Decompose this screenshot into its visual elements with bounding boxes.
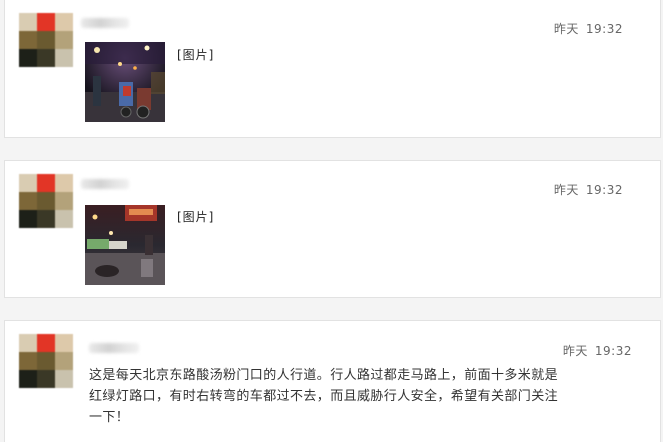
image-label[interactable]: [图片] [177,208,214,225]
avatar-cell [19,192,37,210]
avatar-cell [19,334,37,352]
post-time-day: 昨天 [553,183,579,197]
avatar-cell [55,334,73,352]
avatar-cell [55,13,73,31]
post-time: 昨天 19:32 [554,20,623,37]
avatar-cell [19,210,37,228]
post-time: 昨天 19:32 [554,181,623,198]
avatar-cell [37,49,55,67]
street-night-photo [85,205,165,285]
avatar-cell [55,192,73,210]
image-label[interactable]: [图片] [177,46,214,63]
avatar-cell [55,174,73,192]
comment-card: 昨天 19:32 [图片] [4,0,661,138]
post-time-clock: 19:32 [585,183,623,197]
avatar-cell [55,352,73,370]
avatar-cell [55,49,73,67]
comment-text: 这是每天北京东路酸汤粉门口的人行道。行人路过都走马路上，前面十多米就是红绿灯路口… [89,368,559,425]
avatar-cell [55,370,73,388]
avatar-cell [19,13,37,31]
username-blurred[interactable] [81,18,129,28]
avatar-cell [37,174,55,192]
photo-thumbnail[interactable] [85,42,165,122]
post-time-day: 昨天 [553,22,579,36]
avatar[interactable] [19,174,73,228]
avatar-cell [37,31,55,49]
avatar-cell [37,352,55,370]
avatar-cell [19,49,37,67]
avatar-cell [37,370,55,388]
avatar-cell [37,13,55,31]
avatar-cell [55,210,73,228]
post-time-day: 昨天 [562,344,588,358]
username-blurred[interactable] [89,343,139,353]
post-time-clock: 19:32 [594,344,632,358]
avatar-cell [37,210,55,228]
avatar-cell [19,31,37,49]
comment-feed: 昨天 19:32 [图片] 昨天 19:32 [图片] 昨天 19:32 这是每… [0,0,663,442]
avatar-cell [19,352,37,370]
avatar-cell [37,334,55,352]
avatar-cell [55,31,73,49]
avatar[interactable] [19,13,73,67]
comment-card: 昨天 19:32 [图片] [4,160,661,298]
username-blurred[interactable] [81,179,129,189]
post-time: 昨天 19:32 [563,342,632,359]
street-night-photo [85,42,165,122]
comment-card: 昨天 19:32 这是每天北京东路酸汤粉门口的人行道。行人路过都走马路上，前面十多… [4,320,661,442]
avatar-cell [19,370,37,388]
avatar-cell [37,192,55,210]
avatar[interactable] [19,334,73,388]
post-time-clock: 19:32 [585,22,623,36]
avatar-cell [19,174,37,192]
photo-thumbnail[interactable] [85,205,165,285]
